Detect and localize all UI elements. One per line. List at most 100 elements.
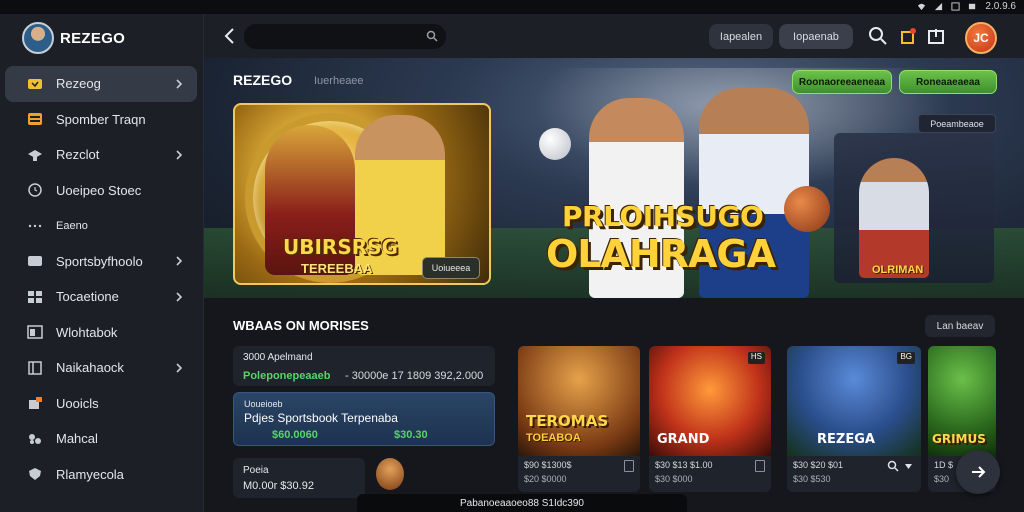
sidebar-item-label: Naikahaock	[56, 360, 124, 376]
side-promo-badge[interactable]: Poeambeaoe	[918, 114, 996, 133]
side-promo-title: OLRIMAN	[872, 264, 924, 276]
bet-odds: Poleponepeaaeb	[243, 370, 331, 382]
ticket-icon	[28, 78, 42, 89]
brand[interactable]: REZEGO	[22, 22, 125, 54]
game-tile[interactable]: TEROMAS TOEABOA $90 $1300$ $20 $0000	[518, 346, 640, 492]
hero-player-3	[859, 158, 929, 278]
puzzle-icon	[29, 433, 41, 444]
chevron-right-icon	[176, 363, 183, 373]
bookmark-icon[interactable]	[624, 460, 634, 472]
game-tile[interactable]: BG REZEGA $30 $20 $01 $30 $530	[787, 346, 921, 492]
promo-card-button[interactable]: Uoiueeea	[422, 257, 480, 279]
top-bar: Iapealen Iopaenab JC	[204, 14, 1024, 58]
sidebar-item[interactable]: Spomber Traqn	[5, 102, 197, 138]
game-meta: $30 $530	[793, 474, 831, 484]
brand-name: REZEGO	[60, 29, 126, 47]
game-title: TEROMAS	[526, 412, 609, 430]
search-icon[interactable]	[887, 460, 899, 472]
clock-icon	[28, 183, 42, 197]
sidebar-item[interactable]: Mahcal	[5, 421, 197, 457]
promo-action-button-2[interactable]: Roneaaeaeaa	[899, 70, 997, 94]
promo-action-button-1[interactable]: Roonaoreeaeneaa	[792, 70, 892, 94]
bet-card[interactable]: Poeia M0.00r $30.92	[233, 458, 365, 498]
hero-headline-bottom: OLAHRAGA	[546, 232, 776, 276]
game-title: GRAND	[657, 432, 710, 447]
matches-section: WBAAS ON MORISES Lan baeav 3000 Apelmand…	[204, 298, 1024, 512]
game-meta: $20 $0000	[524, 474, 567, 484]
see-all-button[interactable]: Lan baeav	[925, 315, 995, 337]
bet-odds: M0.00r $30.92	[243, 480, 314, 492]
login-button[interactable]: Iapealen	[709, 24, 773, 49]
chevron-right-icon	[176, 150, 183, 160]
register-button[interactable]: Iopaenab	[779, 24, 853, 49]
hero-banner: REZEGO Iuerheaee Roonaoreeaeneaa Roneaae…	[204, 58, 1024, 298]
game-title: REZEGA	[817, 432, 875, 447]
game-subtitle: TOEABOA	[526, 432, 581, 444]
bookmark-icon[interactable]	[755, 460, 765, 472]
search-input[interactable]	[244, 24, 446, 49]
shield-icon	[29, 468, 41, 481]
sidebar-nav: Rezeog Spomber Traqn Rezclot Uoeipeo Stoec E…	[5, 66, 197, 492]
football-icon	[539, 128, 571, 160]
book-icon	[28, 361, 42, 375]
bet-title: Poeia	[243, 465, 269, 476]
sidebar-item-label: Spomber Traqn	[56, 111, 146, 127]
signal-icon	[935, 2, 943, 11]
sidebar-item-label: Eaeno	[56, 219, 88, 232]
carousel-next-button[interactable]	[956, 450, 1000, 494]
dots-icon	[28, 224, 42, 227]
section-title: WBAAS ON MORISES	[233, 318, 369, 333]
battery-icon	[969, 3, 976, 10]
brand-avatar	[22, 22, 54, 54]
sidebar-item-label: Tocaetione	[56, 289, 119, 305]
sidebar-item[interactable]: Uoeipeo Stoec	[5, 173, 197, 209]
chevron-right-icon	[176, 79, 183, 89]
sidebar-item-label: Wlohtabok	[56, 324, 118, 340]
bet-title: Pdjes Sportsbook Terpenaba	[244, 411, 398, 425]
back-arrow-icon[interactable]	[220, 25, 240, 47]
game-meta: $30 $20 $01	[793, 460, 844, 470]
bet-category: Uoueioeb	[244, 399, 283, 409]
sidebar-item-label: Mahcal	[56, 431, 98, 447]
game-meta: $90 $1300$	[524, 460, 572, 470]
promo-subtitle: TEREEBAA	[301, 261, 373, 276]
sidebar-item[interactable]: Sportsbyfhoolo	[5, 244, 197, 280]
gift-icon	[29, 397, 42, 410]
basketball-icon	[784, 186, 830, 232]
arrow-right-icon	[972, 466, 986, 478]
bet-card-selected[interactable]: Uoueioeb Pdjes Sportsbook Terpenaba $60.…	[233, 392, 495, 446]
sidebar-item-label: Uoeipeo Stoec	[56, 182, 142, 198]
card-icon	[28, 256, 42, 267]
caret-down-icon[interactable]	[904, 462, 913, 471]
search-icon[interactable]	[868, 26, 888, 46]
promo-card[interactable]: UBIRSRSG TEREEBAA Uoiueeea	[233, 103, 491, 285]
sidebar-item[interactable]: Naikahaock	[5, 350, 197, 386]
nfc-icon	[951, 2, 960, 11]
sidebar-item[interactable]: Rezclot	[5, 137, 197, 173]
chevron-right-icon	[176, 292, 183, 302]
mascot-icon	[376, 458, 404, 490]
sidebar: REZEGO Rezeog Spomber Traqn Rezclot Uoeipeo…	[0, 14, 204, 512]
wallet-icon[interactable]	[926, 26, 946, 46]
sidebar-item[interactable]: Wlohtabok	[5, 315, 197, 351]
profile-avatar[interactable]: JC	[965, 22, 997, 54]
game-meta: $30 $13 $1.00	[655, 460, 713, 470]
hero-headline-top: PRLOIHSUGO	[562, 200, 764, 233]
sidebar-item[interactable]: Tocaetione	[5, 279, 197, 315]
sidebar-item[interactable]: Uooicls	[5, 386, 197, 422]
sidebar-item-label: Sportsbyfhoolo	[56, 253, 143, 269]
bet-card[interactable]: 3000 Apelmand Poleponepeaaeb - 30000e 17…	[233, 346, 495, 386]
search-icon	[426, 30, 438, 42]
promo-title: UBIRSRSG	[283, 235, 398, 259]
sidebar-item-label: Uooicls	[56, 395, 99, 411]
version-label: 2.0.9.6	[985, 1, 1016, 12]
bet-details: - 30000e 17 1809 392,2.000	[345, 370, 484, 382]
sidebar-item[interactable]: Rezeog	[5, 66, 197, 102]
notification-icon[interactable]	[898, 26, 918, 46]
game-tile[interactable]: HS GRAND $30 $13 $1.00 $30 $000	[649, 346, 771, 492]
sidebar-item[interactable]: Eaeno	[5, 208, 197, 244]
chevron-right-icon	[176, 256, 183, 266]
sidebar-item[interactable]: Rlamyecola	[5, 457, 197, 493]
game-badge: HS	[747, 352, 765, 364]
game-meta: $30 $000	[655, 474, 693, 484]
